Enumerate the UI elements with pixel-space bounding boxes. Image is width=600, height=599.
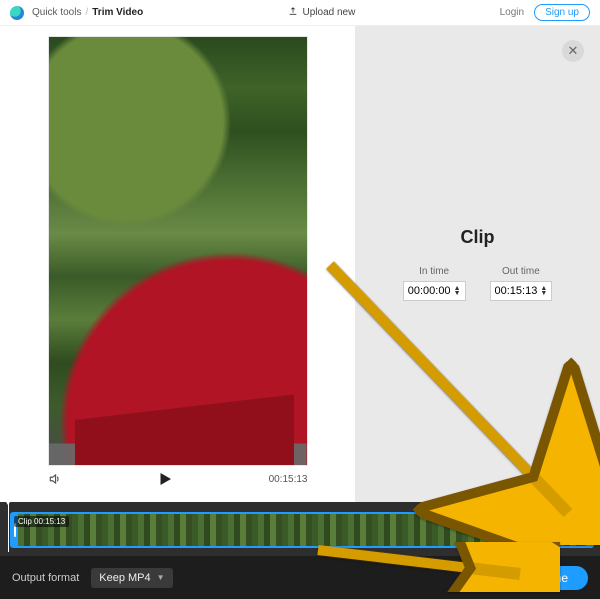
close-icon: ✕ xyxy=(568,43,579,59)
out-time-label: Out time xyxy=(502,266,540,277)
in-time-label: In time xyxy=(419,266,449,277)
bottom-bar: Output format Keep MP4 ▼ Done xyxy=(0,556,600,599)
volume-icon[interactable] xyxy=(48,472,62,486)
breadcrumb-current: Trim Video xyxy=(92,7,143,18)
signup-button[interactable]: Sign up xyxy=(534,4,590,21)
upload-new-label: Upload new xyxy=(303,7,356,18)
preview-pane: 00:15:13 xyxy=(0,26,355,502)
output-format-label: Output format xyxy=(12,572,79,584)
breadcrumb-separator: / xyxy=(85,7,88,18)
timeline[interactable]: Clip 00:15:13 xyxy=(0,502,600,556)
chevron-down-icon[interactable]: ▼ xyxy=(540,291,547,296)
clip-handle-right[interactable] xyxy=(586,514,592,546)
chevron-down-icon[interactable]: ▼ xyxy=(454,291,461,296)
upload-new-button[interactable]: Upload new xyxy=(143,6,499,19)
app-logo-icon xyxy=(10,6,24,20)
play-button[interactable] xyxy=(156,470,174,488)
out-time-stepper[interactable]: ▲ ▼ xyxy=(540,286,547,296)
panel-title: Clip xyxy=(461,227,495,248)
in-time-input[interactable]: 00:00:00 ▲ ▼ xyxy=(403,281,466,301)
upload-icon xyxy=(288,6,298,19)
in-time-stepper[interactable]: ▲ ▼ xyxy=(454,286,461,296)
close-panel-button[interactable]: ✕ xyxy=(562,40,584,62)
playhead[interactable] xyxy=(8,502,9,552)
in-time-value: 00:00:00 xyxy=(408,285,451,297)
breadcrumb-root[interactable]: Quick tools xyxy=(32,7,81,18)
top-bar: Quick tools / Trim Video Upload new Logi… xyxy=(0,0,600,26)
duration-display: 00:15:13 xyxy=(269,474,308,485)
format-selected: Keep MP4 xyxy=(99,572,150,584)
out-time-value: 00:15:13 xyxy=(495,285,538,297)
output-format-dropdown[interactable]: Keep MP4 ▼ xyxy=(91,568,172,588)
trim-icon xyxy=(585,479,599,493)
done-button[interactable]: Done xyxy=(519,566,588,590)
video-preview[interactable] xyxy=(48,36,308,466)
out-time-input[interactable]: 00:15:13 ▲ ▼ xyxy=(490,281,553,301)
clip-side-panel: ✕ Clip In time 00:00:00 ▲ ▼ Out time 00:… xyxy=(355,26,600,502)
login-link[interactable]: Login xyxy=(500,7,524,18)
clip-badge: Clip 00:15:13 xyxy=(14,516,69,527)
trim-tool-chip[interactable] xyxy=(580,474,600,498)
chevron-down-icon: ▼ xyxy=(157,573,165,582)
clip-strip[interactable]: Clip 00:15:13 xyxy=(10,512,594,548)
